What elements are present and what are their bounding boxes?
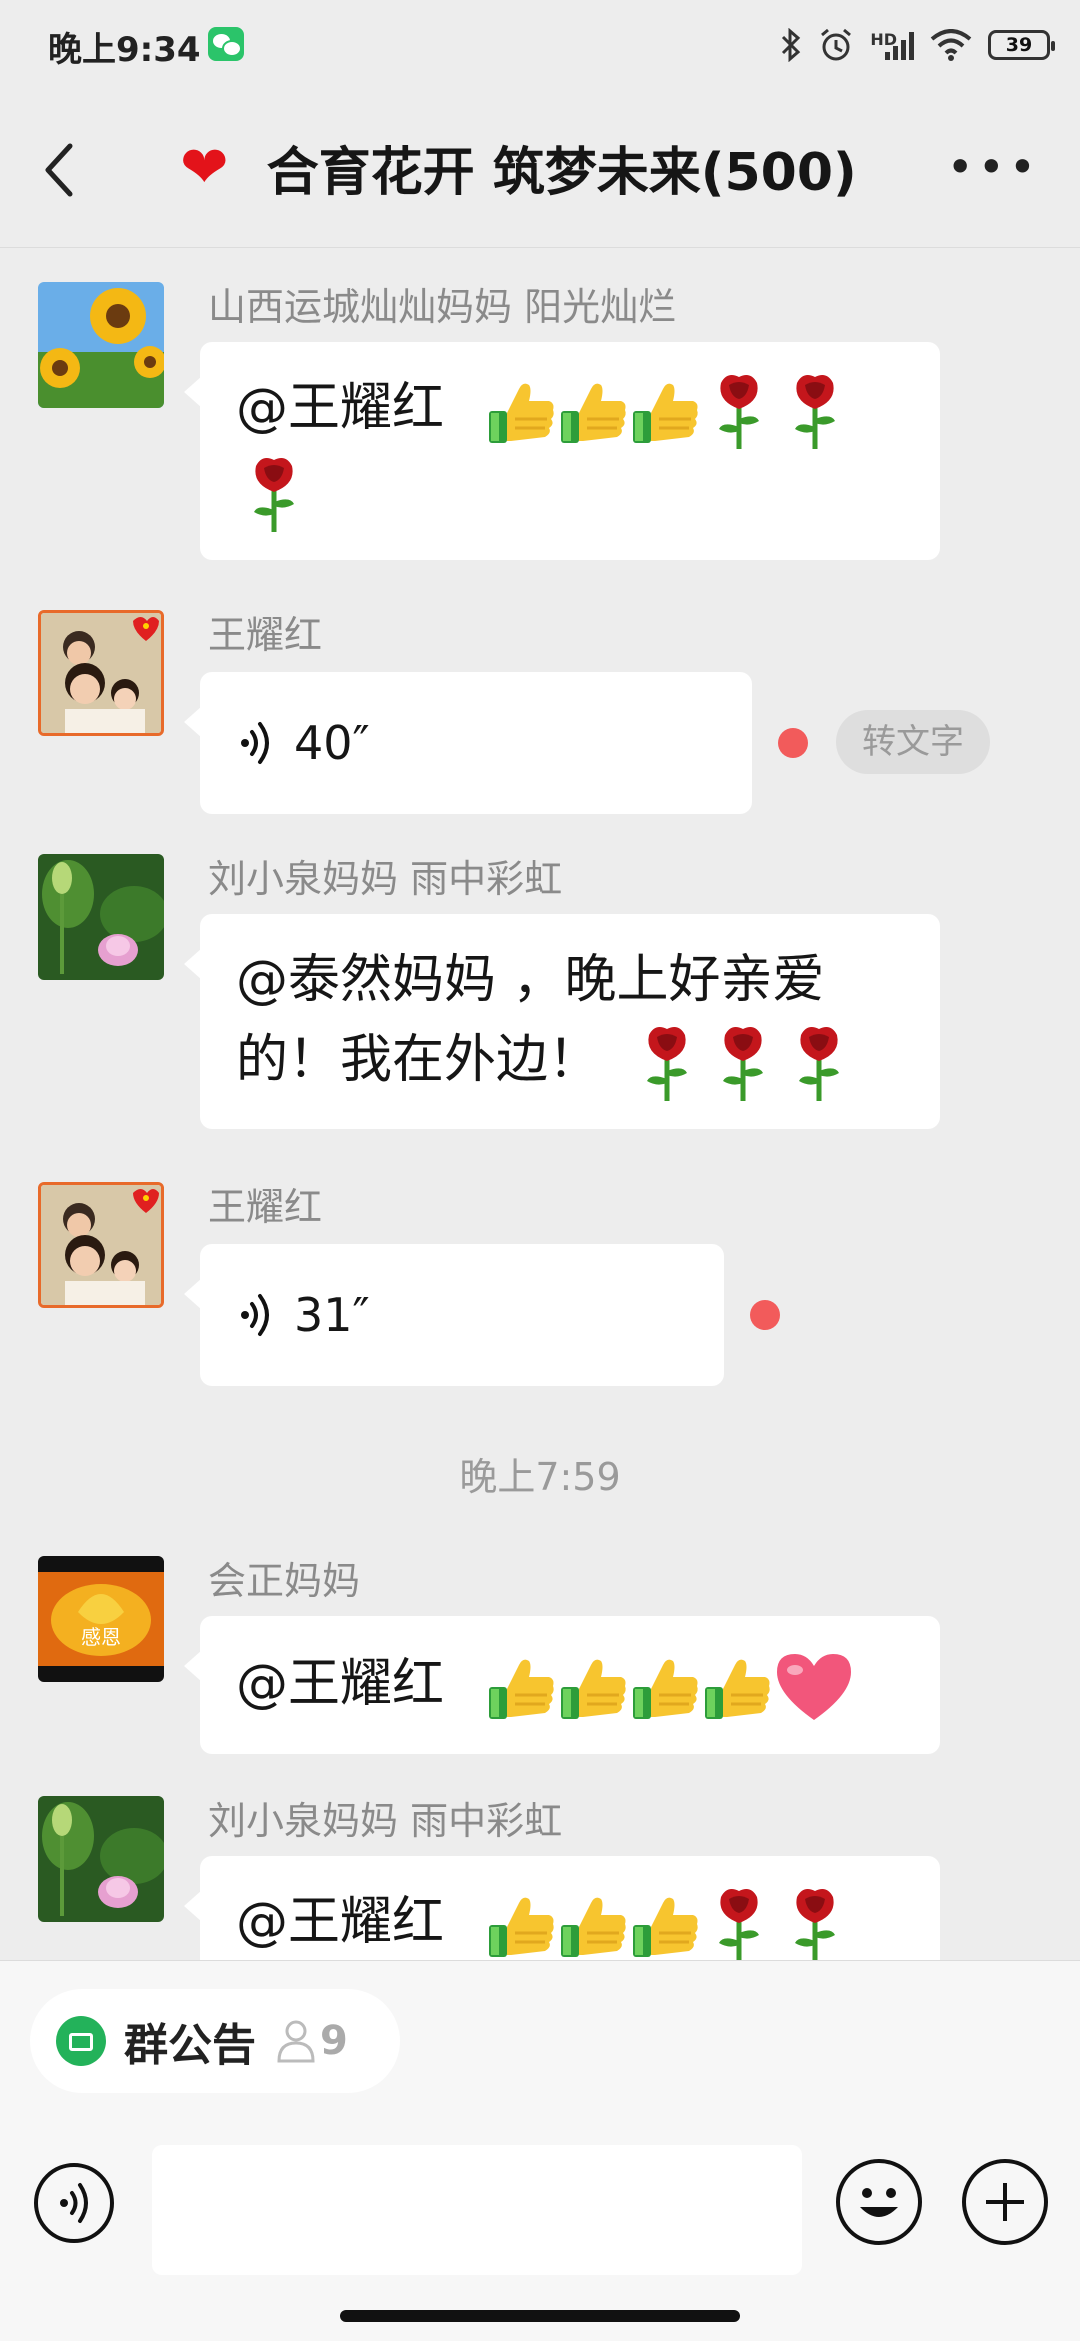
thumbs-up-icon — [629, 1889, 701, 1960]
bluetooth-icon — [782, 28, 801, 62]
notice-icon — [56, 2016, 106, 2066]
avatar-label: 感恩 — [81, 1625, 121, 1649]
input-row — [0, 2141, 1080, 2281]
rose-icon — [709, 371, 769, 451]
notice-label: 群公告 — [124, 2020, 256, 2071]
avatar[interactable]: 感恩 — [38, 1556, 164, 1682]
message-bubble[interactable]: @王耀红 — [184, 342, 940, 560]
notice-count: 9 — [320, 2018, 348, 2064]
battery-level: 39 — [1005, 34, 1033, 56]
thumbs-up-icon — [557, 1651, 629, 1723]
input-area: 群公告 9 — [0, 1960, 1080, 2341]
heart-icon — [773, 1652, 855, 1722]
convert-to-text-button[interactable]: 转文字 — [836, 710, 990, 774]
message-input[interactable] — [152, 2145, 802, 2275]
avatar[interactable] — [38, 1796, 164, 1922]
sender-name: 刘小泉妈妈 雨中彩虹 — [208, 857, 563, 901]
thumbs-up-icon — [485, 1651, 557, 1723]
hd-signal-icon: HD — [870, 30, 914, 60]
avatar[interactable] — [38, 854, 164, 980]
sender-name: 王耀红 — [208, 1185, 323, 1229]
emoji-icon[interactable] — [836, 2159, 922, 2245]
message-bubble[interactable]: @泰然妈妈 ，晚上好亲爱 的！我在外边！ — [184, 914, 940, 1129]
status-time: 晚上9:34 — [48, 30, 201, 70]
rose-icon — [785, 1885, 845, 1960]
status-bar: 晚上9:34 HD 39 — [0, 0, 1080, 92]
rose-icon — [244, 454, 304, 534]
home-indicator[interactable] — [340, 2310, 740, 2322]
avatar[interactable] — [38, 610, 164, 736]
plus-icon[interactable] — [962, 2159, 1048, 2245]
wifi-icon — [930, 29, 972, 61]
wechat-icon — [208, 27, 244, 61]
sender-name: 会正妈妈 — [208, 1559, 361, 1603]
alarm-icon — [821, 28, 852, 61]
message-list[interactable]: 山西运城灿灿妈妈 阳光灿烂 @王耀红 王耀红 40″ 转文字 刘小泉妈妈 雨中彩… — [0, 248, 1080, 1960]
thumbs-up-icon — [629, 1651, 701, 1723]
sender-name: 山西运城灿灿妈妈 阳光灿烂 — [208, 285, 677, 329]
more-icon[interactable]: ••• — [947, 144, 1040, 190]
group-name: 合育花开 筑梦未来(500) — [266, 142, 857, 203]
message-text-line: @泰然妈妈 ，晚上好亲爱 — [236, 950, 825, 1010]
voice-message[interactable]: 40″ — [184, 672, 752, 814]
person-icon — [277, 2020, 315, 2063]
battery-icon: 39 — [988, 30, 1055, 60]
voice-duration: 31″ — [294, 1288, 370, 1342]
chat-title: ❤ 合育花开 筑梦未来(500) — [180, 132, 930, 203]
rose-icon — [709, 1885, 769, 1960]
hd-label: HD — [870, 30, 897, 49]
mention-text: @王耀红 — [236, 1892, 445, 1952]
voice-wave-icon — [236, 718, 276, 768]
thumbs-up-icon — [485, 375, 557, 447]
thumbs-up-icon — [557, 375, 629, 447]
time-separator: 晚上7:59 — [459, 1455, 621, 1499]
rose-icon — [785, 371, 845, 451]
unread-dot — [778, 728, 808, 758]
voice-wave-icon — [236, 1290, 276, 1340]
status-icons: HD 39 — [780, 20, 1055, 70]
sender-name: 王耀红 — [208, 613, 323, 657]
group-notice-button[interactable]: 群公告 9 — [30, 1989, 400, 2093]
message-text-line: 的！我在外边！ — [236, 1030, 601, 1090]
rose-icon — [789, 1023, 849, 1103]
chat-header: ❤ 合育花开 筑梦未来(500) ••• — [0, 92, 1080, 248]
mention-text: @王耀红 — [236, 378, 445, 438]
thumbs-up-icon — [485, 1889, 557, 1960]
voice-message[interactable]: 31″ — [184, 1244, 724, 1386]
rose-icon — [637, 1023, 697, 1103]
thumbs-up-icon — [701, 1651, 773, 1723]
sender-name: 刘小泉妈妈 雨中彩虹 — [208, 1799, 563, 1843]
avatar[interactable] — [38, 1182, 164, 1308]
rose-icon — [713, 1023, 773, 1103]
message-bubble[interactable]: @王耀红 — [184, 1856, 940, 1960]
chevron-left-icon[interactable] — [40, 140, 80, 200]
voice-duration: 40″ — [294, 716, 370, 770]
thumbs-up-icon — [557, 1889, 629, 1960]
message-bubble[interactable]: @王耀红 — [184, 1616, 940, 1754]
voice-input-icon[interactable] — [34, 2163, 114, 2243]
avatar[interactable] — [38, 282, 164, 408]
thumbs-up-icon — [629, 375, 701, 447]
unread-dot — [750, 1300, 780, 1330]
mention-text: @王耀红 — [236, 1654, 445, 1714]
heart-icon: ❤ — [180, 133, 229, 201]
